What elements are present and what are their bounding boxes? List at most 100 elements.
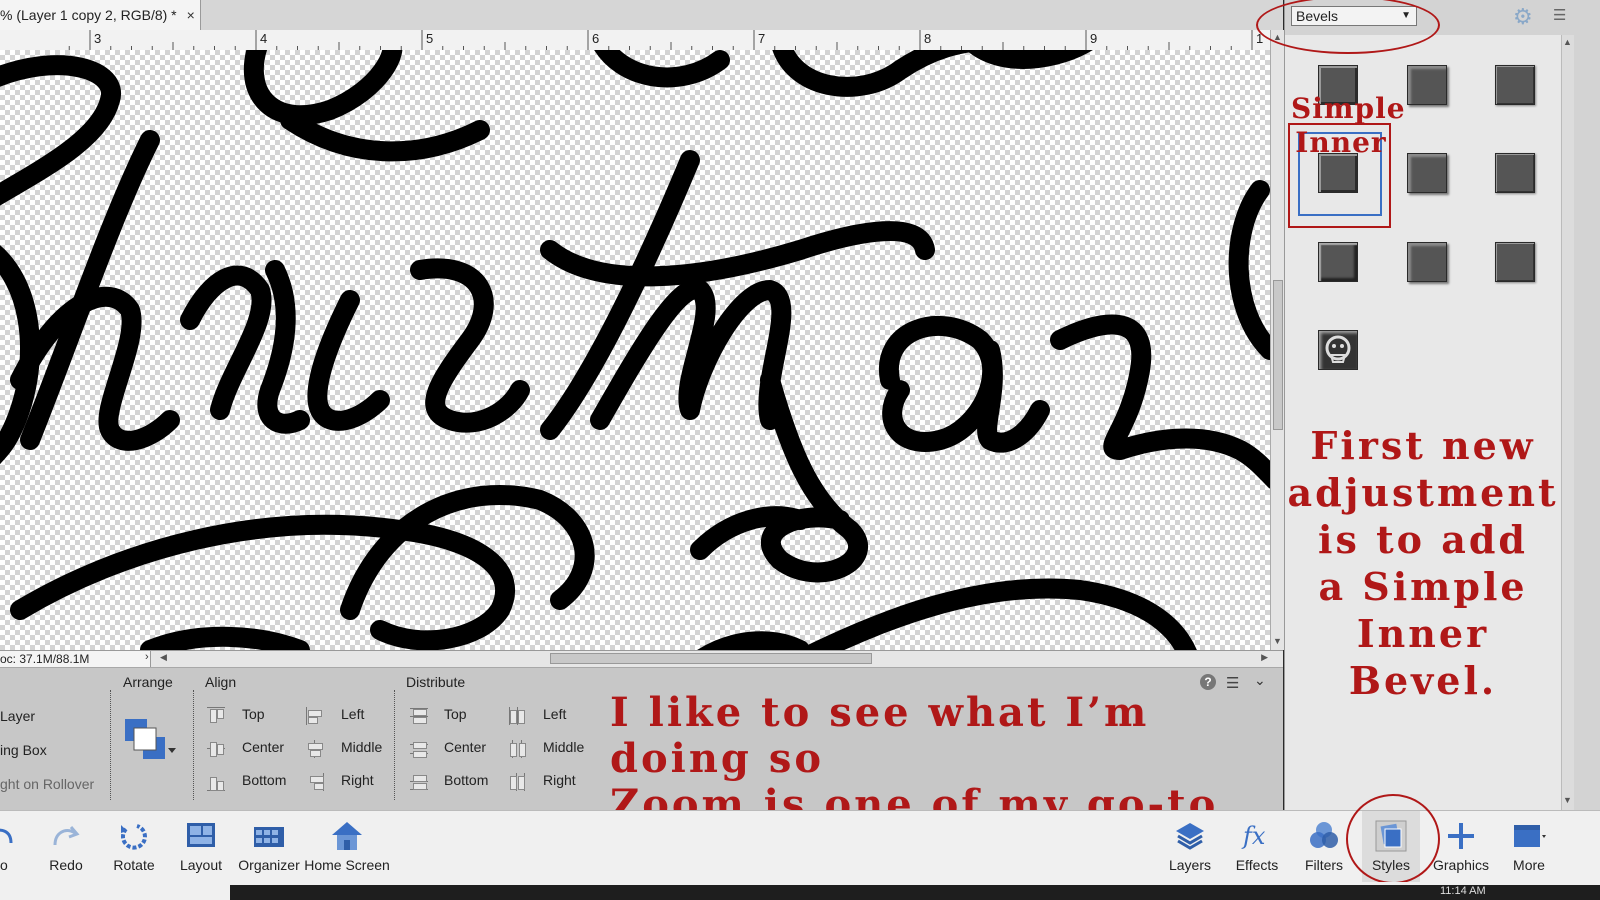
styles-scrollbar[interactable]: ▲ ▼: [1561, 35, 1574, 810]
organizer-button[interactable]: Organizer: [236, 811, 302, 883]
ruler-number: 3: [94, 31, 102, 46]
ruler-number: 9: [1090, 31, 1098, 46]
scroll-up-arrow-icon[interactable]: ▲: [1563, 37, 1572, 47]
adjustment-annotation-line: adjustment: [1287, 470, 1559, 515]
zoom-annotation-line: I like to see what I’m doing so: [610, 689, 1150, 782]
gear-icon[interactable]: ⚙: [1513, 4, 1533, 30]
adjustment-annotation-line: a Simple: [1318, 564, 1528, 609]
ruler-number: 4: [260, 31, 268, 46]
more-button[interactable]: More: [1500, 811, 1558, 883]
scroll-right-arrow-icon[interactable]: ▶: [1261, 652, 1268, 663]
scroll-left-arrow-icon[interactable]: ◀: [160, 652, 167, 663]
image-canvas[interactable]: [0, 50, 1270, 650]
align-right-button[interactable]: Right: [341, 772, 374, 788]
status-bar: oc: 37.1M/88.1M › ◀ ▶: [0, 650, 1283, 667]
graphics-label: Graphics: [1432, 857, 1490, 873]
adjustment-annotation-line: Inner Bevel.: [1348, 611, 1498, 703]
filters-button[interactable]: Filters: [1296, 811, 1352, 883]
distribute-top-icon: [410, 707, 428, 725]
bevel-style-swatch[interactable]: [1407, 65, 1447, 105]
help-icon[interactable]: ?: [1200, 674, 1216, 690]
distribute-middle-icon: [508, 740, 526, 758]
align-top-button[interactable]: Top: [242, 706, 265, 722]
home-screen-button[interactable]: Home Screen: [304, 811, 390, 883]
distribute-top-button[interactable]: Top: [444, 706, 467, 722]
distribute-bottom-icon: [410, 773, 428, 791]
adjustment-annotation-line: First new: [1310, 423, 1536, 468]
close-tab-icon[interactable]: ×: [187, 7, 195, 23]
layout-button[interactable]: Layout: [172, 811, 230, 883]
bevel-style-swatch[interactable]: [1495, 242, 1535, 282]
collapse-chevron-icon[interactable]: ⌄: [1254, 672, 1266, 689]
document-size-readout: oc: 37.1M/88.1M: [0, 651, 151, 667]
os-taskbar: [230, 885, 1600, 900]
document-tab-bar: % (Layer 1 copy 2, RGB/8) * ×: [0, 0, 1283, 31]
auto-select-layer-option[interactable]: Layer: [0, 708, 35, 724]
status-menu-arrow-icon[interactable]: ›: [145, 651, 149, 663]
arrange-dropdown[interactable]: [124, 718, 180, 762]
align-bottom-icon: [207, 773, 225, 791]
align-center-button[interactable]: Center: [242, 739, 284, 755]
redo-label: Redo: [49, 857, 83, 873]
simple-inner-annotation: Simple Inner: [1291, 92, 1405, 160]
scroll-down-arrow-icon[interactable]: ▼: [1563, 795, 1572, 805]
rotate-button[interactable]: Rotate: [104, 811, 164, 883]
document-tab[interactable]: % (Layer 1 copy 2, RGB/8) * ×: [0, 0, 201, 30]
bevel-style-swatch[interactable]: [1495, 153, 1535, 193]
undo-button[interactable]: do: [0, 811, 20, 883]
layout-icon: [187, 823, 215, 847]
align-left-button[interactable]: Left: [341, 706, 364, 722]
document-tab-title: % (Layer 1 copy 2, RGB/8) *: [0, 7, 177, 23]
ornate-bevel-icon: [1325, 335, 1351, 363]
system-clock: 11:14 AM: [1440, 885, 1486, 897]
distribute-middle-button[interactable]: Middle: [543, 739, 584, 755]
distribute-heading: Distribute: [406, 674, 466, 690]
panel-menu-icon[interactable]: ☰: [1553, 6, 1566, 24]
ruler-number: 5: [426, 31, 434, 46]
undo-icon: [0, 828, 13, 844]
vertical-scroll-thumb[interactable]: [1273, 280, 1283, 430]
distribute-left-button[interactable]: Left: [543, 706, 566, 722]
ruler-number: 6: [592, 31, 600, 46]
plus-icon: [1448, 823, 1474, 849]
adjustment-annotation-line: is to add: [1318, 517, 1528, 562]
show-bounding-box-option[interactable]: ing Box: [0, 742, 47, 758]
horizontal-ruler: 3 4 5 6 7 8 9 1: [0, 30, 1283, 51]
bevel-style-swatch[interactable]: [1495, 65, 1535, 105]
align-middle-icon: [306, 740, 324, 758]
bevel-style-swatch[interactable]: [1318, 242, 1358, 282]
bevel-style-swatch[interactable]: [1407, 153, 1447, 193]
vertical-scrollbar[interactable]: ▲ ▼: [1270, 30, 1285, 650]
align-middle-button[interactable]: Middle: [341, 739, 382, 755]
ruler-number: 8: [924, 31, 932, 46]
effects-button[interactable]: fx Effects: [1228, 811, 1286, 883]
horizontal-scroll-thumb[interactable]: [550, 653, 872, 664]
options-divider: [110, 690, 111, 800]
distribute-right-button[interactable]: Right: [543, 772, 576, 788]
distribute-left-icon: [508, 707, 526, 725]
distribute-center-button[interactable]: Center: [444, 739, 486, 755]
layers-label: Layers: [1168, 857, 1212, 873]
align-heading: Align: [205, 674, 237, 690]
os-taskbar-strip: 11:14 AM: [0, 882, 1600, 900]
ruler-number: 7: [758, 31, 766, 46]
bevel-style-swatch[interactable]: [1318, 330, 1358, 370]
redo-button[interactable]: Redo: [36, 811, 96, 883]
graphics-button[interactable]: Graphics: [1430, 811, 1492, 883]
align-center-icon: [207, 740, 225, 758]
highlight-on-rollover-option[interactable]: ght on Rollover: [0, 776, 94, 792]
more-label: More: [1513, 857, 1545, 873]
more-icon: [1514, 825, 1546, 847]
horizontal-scrollbar[interactable]: ◀ ▶: [160, 652, 1268, 665]
scroll-down-arrow-icon[interactable]: ▼: [1273, 636, 1282, 646]
align-right-icon: [306, 773, 324, 791]
organizer-label: Organizer: [238, 857, 300, 873]
adjustment-annotation: First new adjustment is to add a Simple …: [1285, 422, 1561, 704]
distribute-bottom-button[interactable]: Bottom: [444, 772, 488, 788]
home-screen-label: Home Screen: [304, 857, 390, 873]
effects-label: Effects: [1235, 857, 1279, 873]
align-top-icon: [207, 707, 225, 725]
layers-button[interactable]: Layers: [1162, 811, 1218, 883]
bevel-style-swatch[interactable]: [1407, 242, 1447, 282]
align-bottom-button[interactable]: Bottom: [242, 772, 286, 788]
